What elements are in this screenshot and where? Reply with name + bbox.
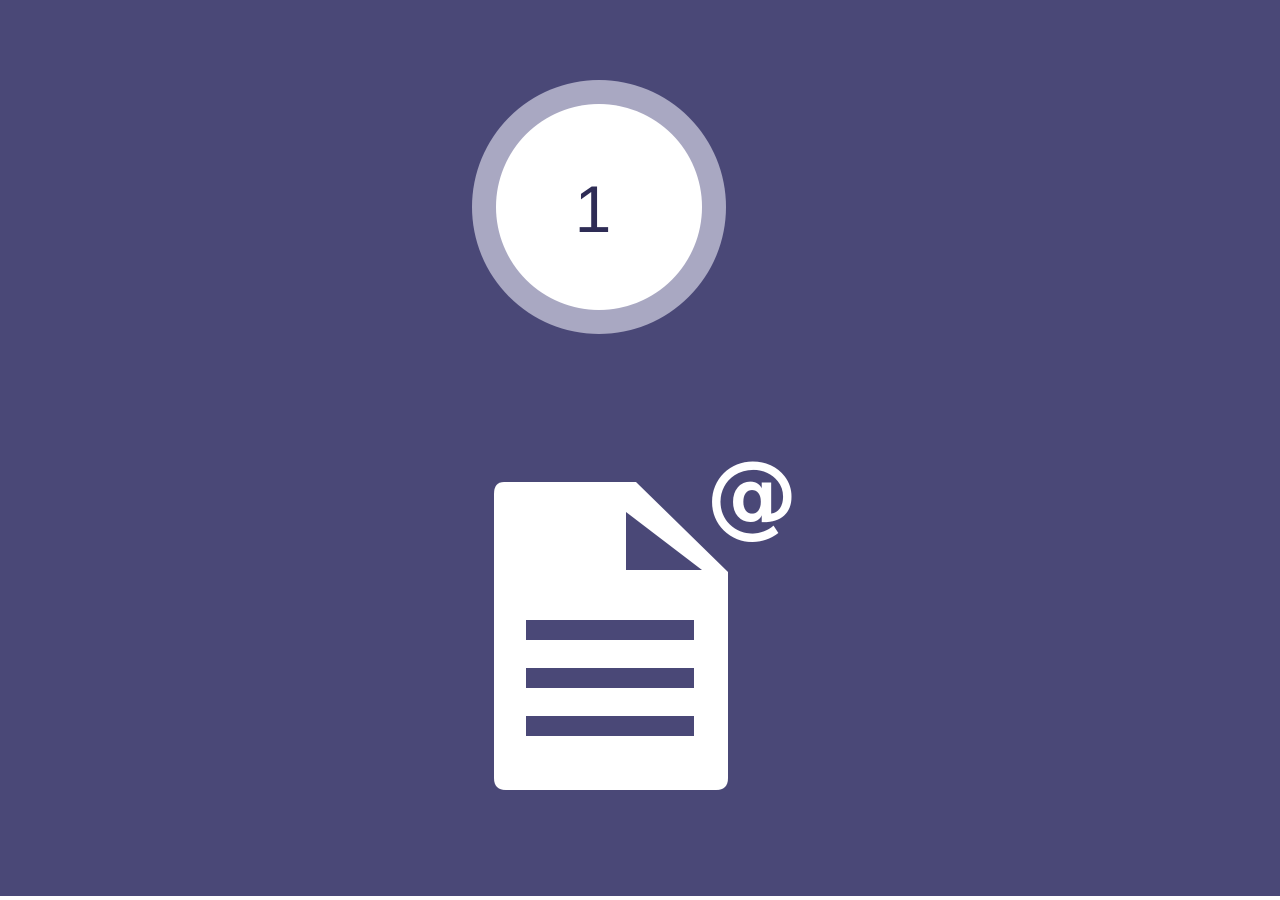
step-indicator: 1 (472, 80, 726, 334)
at-symbol: @ (706, 441, 798, 548)
document-line (526, 668, 694, 688)
instruction-panel: 1 @ (0, 0, 1280, 896)
step-circle: 1 (496, 104, 702, 310)
document-mention-icon: @ (494, 441, 798, 790)
step-number: 1 (574, 172, 612, 246)
document-line (526, 716, 694, 736)
document-line (526, 620, 694, 640)
